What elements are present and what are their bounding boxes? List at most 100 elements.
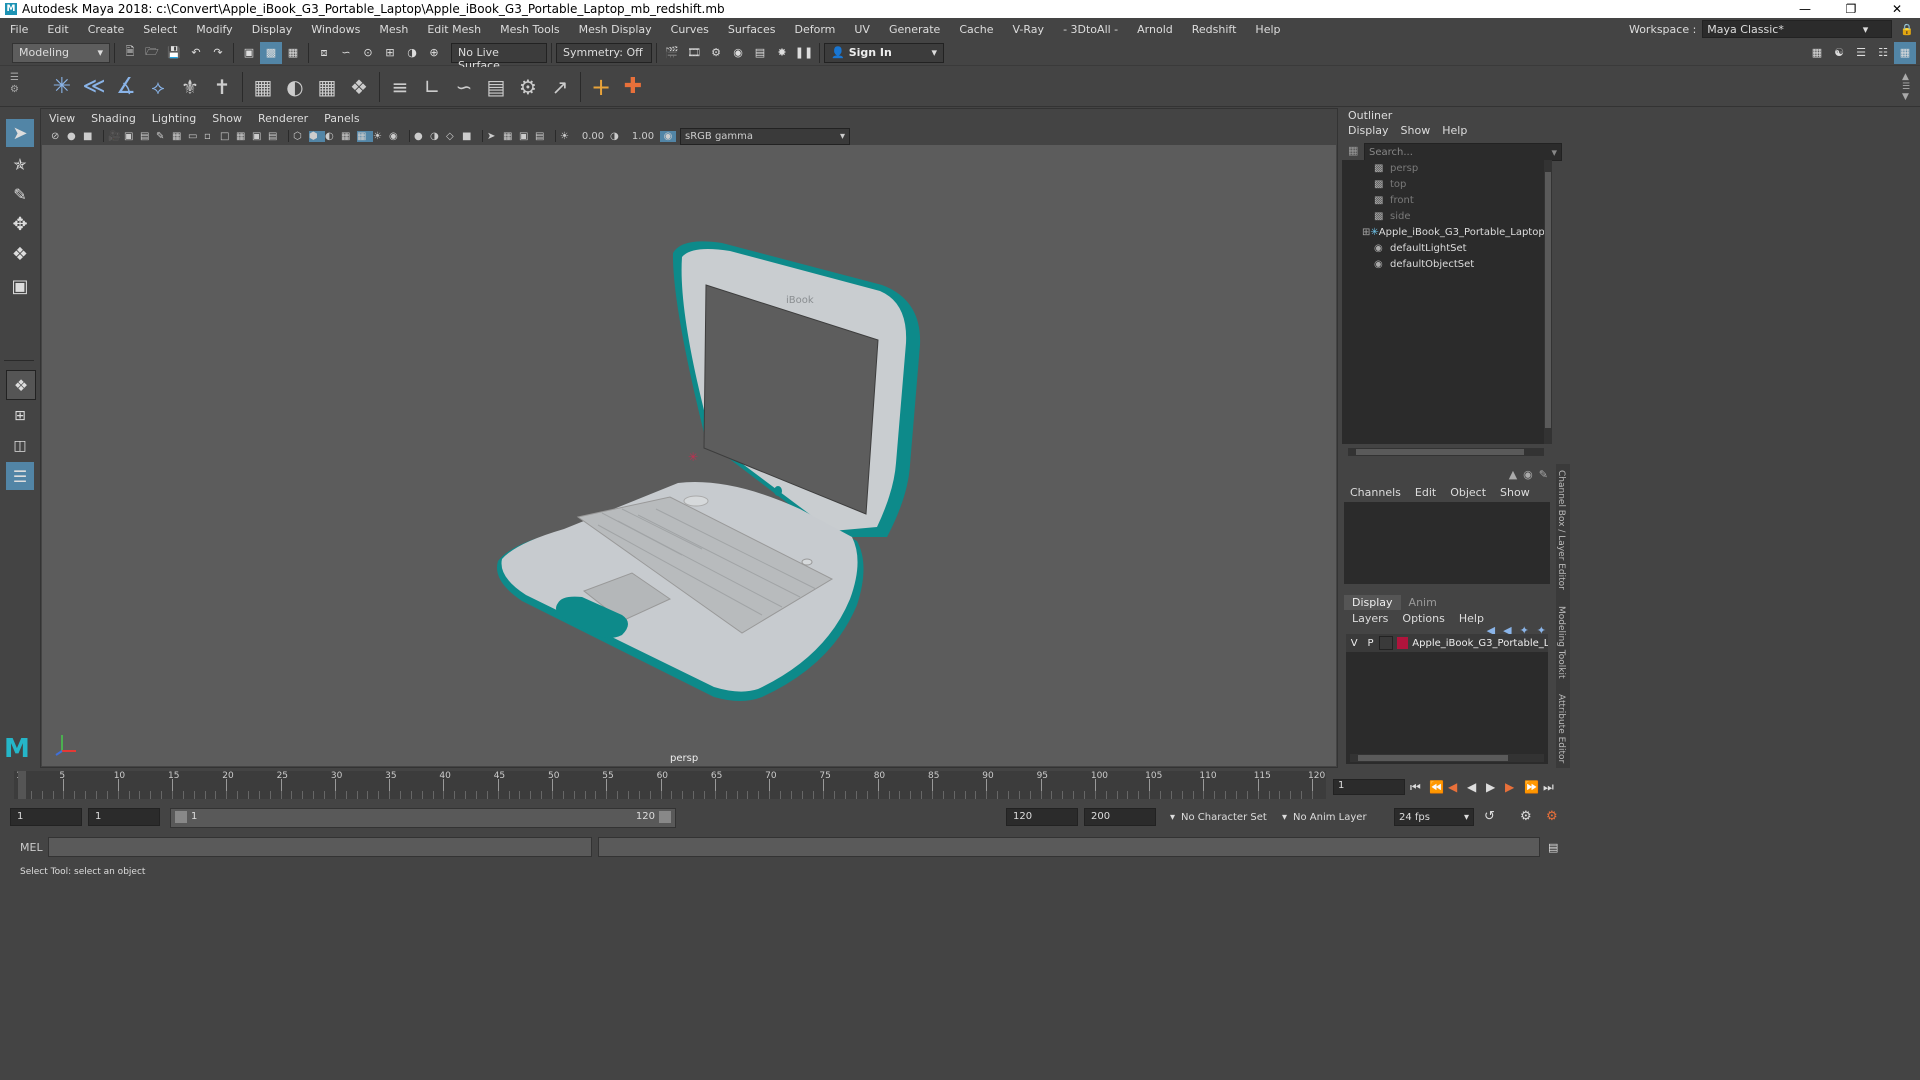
grease-pencil-icon[interactable]: ✎ <box>156 131 172 142</box>
shadows-icon[interactable]: ☀ <box>373 131 389 142</box>
four-view-layout-icon[interactable]: ⊞ <box>6 402 34 430</box>
isolate-select-icon[interactable]: ■ <box>462 131 478 142</box>
outliner-vertical-scrollbar[interactable] <box>1544 160 1552 444</box>
outliner-menu-help[interactable]: Help <box>1442 124 1467 137</box>
locator-icon[interactable]: + <box>585 71 617 103</box>
grid-toggle-icon[interactable]: ▦ <box>172 131 188 142</box>
field-chart-icon[interactable]: ▦ <box>236 131 252 142</box>
select-component-icon[interactable]: ▦ <box>282 42 304 64</box>
time-slider[interactable]: 1510152025303540455055606570758085909510… <box>14 771 1326 799</box>
close-icon[interactable]: ✕ <box>1874 2 1920 16</box>
layer-display-type[interactable] <box>1378 636 1394 650</box>
textured-icon[interactable]: ▦ <box>341 131 357 142</box>
channel-menu-object[interactable]: Object <box>1450 486 1486 499</box>
go-to-start-icon[interactable]: ⏮ <box>1410 780 1429 795</box>
two-view-layout-icon[interactable]: ◫ <box>6 432 34 460</box>
outliner-item-default-light-set[interactable]: ◉ defaultLightSet <box>1342 240 1544 256</box>
step-back-frame-icon[interactable]: ◀ <box>1448 780 1467 794</box>
menu-file[interactable]: File <box>10 23 28 36</box>
channel-menu-edit[interactable]: Edit <box>1415 486 1436 499</box>
current-frame-field[interactable]: 1 <box>1333 779 1405 795</box>
menu-create[interactable]: Create <box>88 23 125 36</box>
outliner-item-ibook[interactable]: ⊞ ✳Apple_iBook_G3_Portable_Laptop_ncl1_ <box>1342 224 1544 240</box>
open-scene-icon[interactable]: 🗁 <box>141 42 163 64</box>
menu-curves[interactable]: Curves <box>671 23 709 36</box>
layer-editor-icon[interactable]: ◉ <box>1523 468 1533 481</box>
menu-mesh[interactable]: Mesh <box>379 23 408 36</box>
channel-menu-channels[interactable]: Channels <box>1350 486 1401 499</box>
viewport-menu-shading[interactable]: Shading <box>91 112 136 125</box>
script-editor-icon[interactable]: ▤ <box>1548 841 1558 854</box>
menu-select[interactable]: Select <box>143 23 177 36</box>
outliner-search-input[interactable]: Search... ▾ <box>1364 143 1562 161</box>
playback-start-field[interactable]: 1 <box>88 808 160 826</box>
viewport-menu-view[interactable]: View <box>49 112 75 125</box>
wireframe-on-shaded-icon[interactable]: ◐ <box>325 131 341 142</box>
render-settings-icon[interactable]: ⚙ <box>705 42 727 64</box>
command-input[interactable] <box>48 837 592 857</box>
cluster-icon[interactable]: ❖ <box>343 71 375 103</box>
outliner-horizontal-scrollbar[interactable] <box>1348 448 1544 456</box>
joint-tool-icon[interactable]: ≪ <box>78 71 110 103</box>
filter-icon[interactable]: ▦ <box>1348 144 1358 157</box>
range-start-handle[interactable] <box>175 811 187 823</box>
scale-tool-icon[interactable]: ▣ <box>6 272 34 300</box>
menu-edit[interactable]: Edit <box>47 23 68 36</box>
redo-icon[interactable]: ↷ <box>207 42 229 64</box>
layer-list-horizontal-scrollbar[interactable] <box>1350 754 1544 762</box>
layer-color-swatch[interactable] <box>1397 637 1409 649</box>
human-ik-icon[interactable]: ✝ <box>206 71 238 103</box>
use-all-lights-icon[interactable]: ▦ <box>357 130 373 142</box>
multisample-aa-icon[interactable]: ◑ <box>430 131 446 142</box>
rotate-tool-icon[interactable]: ❖ <box>6 240 34 268</box>
viewport-menu-show[interactable]: Show <box>212 112 242 125</box>
menu-redshift[interactable]: Redshift <box>1192 23 1237 36</box>
view-transform-dropdown[interactable]: sRGB gamma ▾ <box>680 127 850 145</box>
menu-set-dropdown[interactable]: Modeling ▾ <box>12 42 110 63</box>
menu-deform[interactable]: Deform <box>794 23 835 36</box>
safe-action-icon[interactable]: ▣ <box>252 131 268 142</box>
fps-dropdown[interactable]: 24 fps ▾ <box>1394 808 1474 826</box>
menu-vray[interactable]: V-Ray <box>1013 23 1045 36</box>
light-editor-icon[interactable]: ✸ <box>771 42 793 64</box>
outliner-menu-show[interactable]: Show <box>1401 124 1431 137</box>
snap-point-icon[interactable]: ⊙ <box>357 42 379 64</box>
quick-rig-icon[interactable]: ⚜ <box>174 71 206 103</box>
attribute-icon[interactable]: ✎ <box>1539 468 1548 481</box>
channel-box-icon[interactable]: ▲ <box>1509 468 1517 481</box>
menu-windows[interactable]: Windows <box>311 23 360 36</box>
color-management-icon[interactable]: ◉ <box>660 130 676 142</box>
outliner-item-persp[interactable]: ▩ persp <box>1342 160 1544 176</box>
start-frame-field[interactable]: 1 <box>10 808 82 826</box>
menu-uv[interactable]: UV <box>854 23 870 36</box>
outliner-item-side[interactable]: ▩ side <box>1342 208 1544 224</box>
anim-layer-dropdown[interactable]: ▾ No Anim Layer <box>1282 808 1382 826</box>
wireframe-icon[interactable]: ⬡ <box>293 131 309 142</box>
ambient-occlusion-icon[interactable]: ◉ <box>389 131 405 142</box>
shelf-scroll-icon[interactable]: ▲ ☰ ▼ <box>1902 72 1916 102</box>
channel-menu-show[interactable]: Show <box>1500 486 1530 499</box>
ik-handle-icon[interactable]: ∡ <box>110 71 142 103</box>
step-forward-frame-icon[interactable]: ▶ <box>1505 780 1524 794</box>
save-scene-icon[interactable]: 💾 <box>163 42 185 64</box>
safe-title-icon[interactable]: ▤ <box>268 131 284 142</box>
attribute-editor-icon[interactable]: ☰ <box>1850 42 1872 64</box>
lock-camera-icon[interactable]: ● <box>67 131 83 142</box>
sign-in-button[interactable]: 👤 Sign In ▾ <box>824 42 944 63</box>
ik-spline-icon[interactable]: ⟡ <box>142 71 174 103</box>
snap-surface-icon[interactable]: ◑ <box>401 42 423 64</box>
menu-mesh-display[interactable]: Mesh Display <box>579 23 652 36</box>
snap-pivot-icon[interactable]: ⊕ <box>423 42 445 64</box>
minimize-icon[interactable]: — <box>1782 2 1828 16</box>
channel-box-toggle-icon[interactable]: ▦ <box>1894 41 1916 64</box>
ipr-render-icon[interactable]: 🎞 <box>683 42 705 64</box>
menu-cache[interactable]: Cache <box>959 23 993 36</box>
viewport-menu-panels[interactable]: Panels <box>324 112 359 125</box>
layer-menu-options[interactable]: Options <box>1402 612 1444 625</box>
camera-attributes-icon[interactable]: 🎥 <box>108 131 124 142</box>
sculpt-deformer-icon[interactable]: ⚙ <box>512 71 544 103</box>
tab-display[interactable]: Display <box>1344 594 1401 610</box>
step-back-key-icon[interactable]: ⏪ <box>1429 780 1448 794</box>
layer-visibility-toggle[interactable]: V <box>1346 638 1362 649</box>
single-perspective-layout-icon[interactable]: ❖ <box>6 370 36 400</box>
